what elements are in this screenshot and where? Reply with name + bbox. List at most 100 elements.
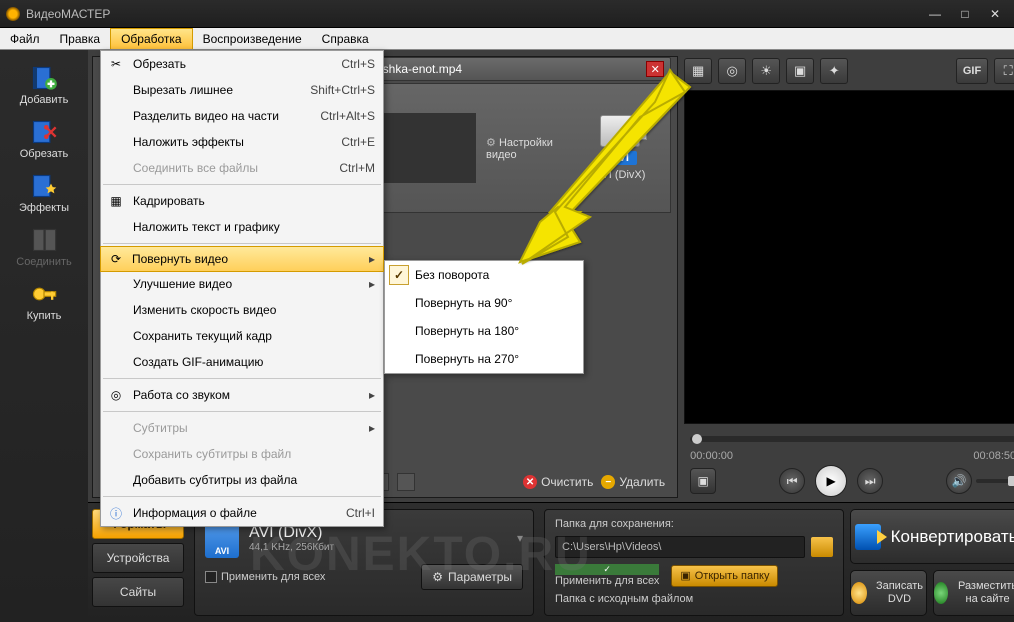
tab-sites[interactable]: Сайты bbox=[92, 577, 184, 607]
rotate-90[interactable]: Повернуть на 90° bbox=[385, 289, 583, 317]
format-sub: 44,1 KHz, 256Кбит bbox=[249, 542, 334, 553]
action-column: Конвертировать Записать DVD Разместить н… bbox=[850, 509, 1014, 616]
sidebar-effects[interactable]: Эффекты bbox=[0, 168, 88, 218]
volume-button[interactable]: 🔊 bbox=[946, 468, 972, 494]
ts-brightness-icon[interactable]: ☀ bbox=[752, 58, 780, 84]
file-preset[interactable]: AVI AVI (DivX) bbox=[570, 115, 670, 181]
menu-overlay[interactable]: Наложить текст и графику bbox=[101, 214, 383, 240]
sidebar-crop[interactable]: Обрезать bbox=[0, 114, 88, 164]
video-preview[interactable] bbox=[684, 90, 1014, 424]
file-meta: ⚙ Настройки видео bbox=[486, 136, 570, 161]
menu-crop-frame[interactable]: ▦Кадрировать bbox=[101, 188, 383, 214]
save-path[interactable]: C:\Users\Hp\Videos\ bbox=[555, 536, 805, 558]
file-toolbar: ✕Очистить −Удалить bbox=[365, 469, 671, 495]
rotate-270[interactable]: Повернуть на 270° bbox=[385, 345, 583, 373]
minimize-button[interactable]: — bbox=[922, 5, 948, 23]
burn-dvd-button[interactable]: Записать DVD bbox=[850, 570, 927, 616]
publish-web-button[interactable]: Разместить на сайте bbox=[933, 570, 1014, 616]
menu-add-subs[interactable]: Добавить субтитры из файла bbox=[101, 467, 383, 493]
menu-process[interactable]: Обработка bbox=[110, 28, 193, 49]
play-button[interactable]: ▶ bbox=[815, 465, 847, 497]
sidebar-add-label: Добавить bbox=[20, 94, 69, 106]
app-title: ВидеоМАСТЕР bbox=[26, 7, 110, 21]
tab-devices[interactable]: Устройства bbox=[92, 543, 184, 573]
menu-join-all: Соединить все файлыCtrl+M bbox=[101, 155, 383, 181]
browse-folder-button[interactable] bbox=[811, 537, 833, 557]
checked-icon: ✓ bbox=[389, 265, 409, 285]
menu-split[interactable]: Разделить видео на частиCtrl+Alt+S bbox=[101, 103, 383, 129]
scissors-icon: ✂ bbox=[107, 55, 125, 73]
process-menu: ✂ОбрезатьCtrl+S Вырезать лишнееShift+Ctr… bbox=[100, 50, 384, 527]
rotate-none[interactable]: ✓Без поворота bbox=[385, 261, 583, 289]
save-card: Папка для сохранения: C:\Users\Hp\Videos… bbox=[544, 509, 844, 616]
chevron-right-icon: ▸ bbox=[369, 252, 375, 266]
crop-frame-icon: ▦ bbox=[107, 192, 125, 210]
format-applyall-checkbox[interactable]: Применить для всех bbox=[205, 571, 325, 583]
save-label: Папка для сохранения: bbox=[555, 518, 833, 530]
clear-button[interactable]: ✕Очистить bbox=[523, 475, 593, 489]
menu-edit[interactable]: Правка bbox=[50, 28, 111, 49]
rotate-submenu: ✓Без поворота Повернуть на 90° Повернуть… bbox=[384, 260, 584, 374]
menu-playback[interactable]: Воспроизведение bbox=[193, 28, 312, 49]
menu-help[interactable]: Справка bbox=[312, 28, 379, 49]
close-button[interactable]: ✕ bbox=[982, 5, 1008, 23]
menu-trim[interactable]: Вырезать лишнееShift+Ctrl+S bbox=[101, 77, 383, 103]
sidebar-join-label: Соединить bbox=[16, 256, 72, 268]
film-add-icon bbox=[30, 64, 58, 92]
file-header[interactable]: roshka-enot.mp4 ✕ bbox=[365, 57, 671, 81]
preset-badge: AVI bbox=[603, 151, 637, 165]
time-duration: 00:08:50 bbox=[973, 450, 1014, 462]
ts-fullscreen-icon[interactable]: ⛶ bbox=[994, 58, 1014, 84]
preset-text: AVI (DivX) bbox=[595, 169, 646, 181]
playback-controls: ▣ ⏮ ▶ ⏭ 🔊 bbox=[684, 464, 1014, 498]
menu-enhance[interactable]: Улучшение видео▸ bbox=[101, 271, 383, 297]
app-logo-icon bbox=[6, 7, 20, 21]
prev-button[interactable]: ⏮ bbox=[779, 468, 805, 494]
chevron-right-icon: ▸ bbox=[369, 421, 375, 435]
menu-audio[interactable]: ◎Работа со звуком▸ bbox=[101, 382, 383, 408]
timeline-knob[interactable] bbox=[692, 434, 702, 444]
sidebar-buy-label: Купить bbox=[27, 310, 62, 322]
parameters-button[interactable]: ⚙Параметры bbox=[421, 564, 523, 590]
sidebar-crop-label: Обрезать bbox=[20, 148, 69, 160]
menu-crop-video[interactable]: ✂ОбрезатьCtrl+S bbox=[101, 51, 383, 77]
sidebar-add[interactable]: Добавить bbox=[0, 60, 88, 110]
snapshot-button[interactable]: ▣ bbox=[690, 468, 716, 494]
save-applyall-checkbox[interactable]: ✓Применить для всех bbox=[555, 564, 659, 587]
ts-crop-icon[interactable]: ▦ bbox=[684, 58, 712, 84]
menu-gif[interactable]: Создать GIF-анимацию bbox=[101, 349, 383, 375]
ts-speed-icon[interactable]: ✦ bbox=[820, 58, 848, 84]
file-close-button[interactable]: ✕ bbox=[646, 61, 664, 77]
view-grid-icon[interactable] bbox=[397, 473, 415, 491]
remove-icon: − bbox=[601, 475, 615, 489]
volume-slider[interactable] bbox=[976, 479, 1014, 483]
title-bar: ВидеоМАСТЕР — □ ✕ bbox=[0, 0, 1014, 28]
next-button[interactable]: ⏭ bbox=[857, 468, 883, 494]
rotate-180[interactable]: Повернуть на 180° bbox=[385, 317, 583, 345]
gear-icon: ⚙ bbox=[432, 570, 443, 584]
sidebar-buy[interactable]: Купить bbox=[0, 276, 88, 326]
ts-cropframe-icon[interactable]: ▣ bbox=[786, 58, 814, 84]
open-folder-button[interactable]: ▣Открыть папку bbox=[671, 565, 778, 587]
menu-speed[interactable]: Изменить скорость видео bbox=[101, 297, 383, 323]
camcorder-icon bbox=[600, 115, 640, 147]
menu-rotate-video[interactable]: ⟳Повернуть видео▸ bbox=[100, 246, 384, 272]
file-thumbnail bbox=[376, 113, 476, 183]
menu-save-frame[interactable]: Сохранить текущий кадр bbox=[101, 323, 383, 349]
menu-bar: Файл Правка Обработка Воспроизведение Сп… bbox=[0, 28, 1014, 50]
remove-button[interactable]: −Удалить bbox=[601, 475, 665, 489]
sidebar-join: Соединить bbox=[0, 222, 88, 272]
timeline[interactable] bbox=[684, 428, 1014, 450]
convert-icon bbox=[855, 524, 881, 550]
ts-gif-button[interactable]: GIF bbox=[956, 58, 988, 84]
menu-apply-effects[interactable]: Наложить эффектыCtrl+E bbox=[101, 129, 383, 155]
menu-file[interactable]: Файл bbox=[0, 28, 50, 49]
file-settings-label[interactable]: Настройки видео bbox=[486, 137, 553, 161]
key-icon bbox=[30, 280, 58, 308]
convert-button[interactable]: Конвертировать bbox=[850, 509, 1014, 564]
maximize-button[interactable]: □ bbox=[952, 5, 978, 23]
ts-effects-icon[interactable]: ◎ bbox=[718, 58, 746, 84]
file-row[interactable]: ⚙ Настройки видео AVI AVI (DivX) bbox=[365, 83, 671, 213]
menu-file-info[interactable]: ⓘИнформация о файлеCtrl+I bbox=[101, 500, 383, 526]
save-srcfolder-checkbox[interactable]: Папка с исходным файлом bbox=[555, 593, 833, 605]
